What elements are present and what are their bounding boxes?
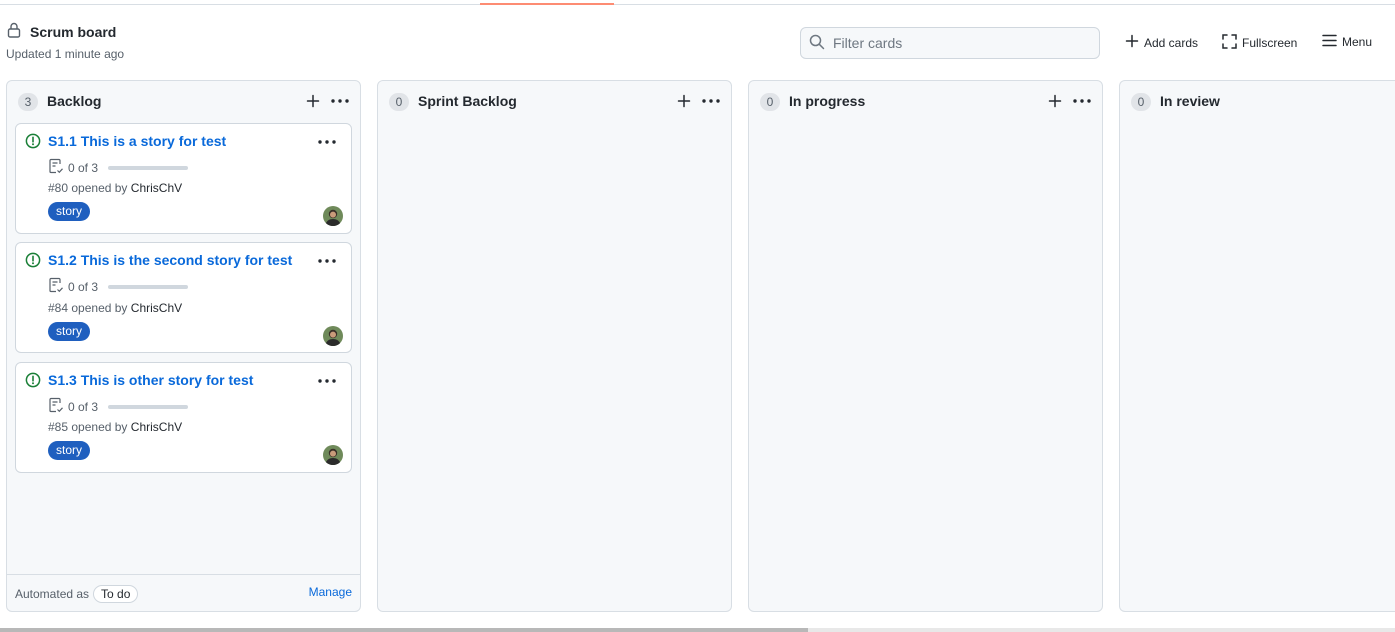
automation-info: Automated as To do [15, 585, 139, 603]
column-sprint-backlog: 0 Sprint Backlog [377, 80, 732, 612]
add-cards-label: Add cards [1144, 35, 1199, 50]
column-header: 0 In progress [749, 81, 1102, 121]
card-more-icon[interactable] [317, 253, 337, 269]
issue-meta: #80 opened by ChrisChV [48, 181, 182, 195]
issue-meta: #84 opened by ChrisChV [48, 301, 182, 315]
opened-by-text: opened by [71, 181, 128, 195]
card-more-icon[interactable] [317, 373, 337, 389]
tasklist-icon [48, 277, 64, 296]
board-title-row: Scrum board [7, 22, 116, 41]
scrollbar-thumb[interactable] [0, 628, 808, 632]
opened-by-text: opened by [71, 420, 128, 434]
updated-timestamp: Updated 1 minute ago [6, 47, 125, 61]
lock-icon [7, 22, 21, 41]
fullscreen-label: Fullscreen [1242, 36, 1298, 50]
task-count: 0 of 3 [68, 399, 99, 414]
avatar[interactable] [323, 445, 343, 465]
fullscreen-button[interactable]: Fullscreen [1222, 34, 1297, 52]
card-title-link[interactable]: S1.2 This is the second story for test [48, 252, 292, 268]
card-title-link[interactable]: S1.1 This is a story for test [48, 133, 226, 149]
board-title: Scrum board [30, 23, 117, 40]
opened-by-text: opened by [71, 301, 128, 315]
column-count: 0 [1131, 93, 1151, 111]
tasklist-icon [48, 397, 64, 416]
issue-number: #84 [48, 301, 69, 315]
open-issue-icon [25, 372, 41, 391]
column-count: 0 [760, 93, 780, 111]
story-label[interactable]: story [48, 441, 91, 460]
author-link[interactable]: ChrisChV [131, 181, 182, 195]
horizontal-scrollbar[interactable] [0, 628, 1395, 632]
issue-number: #85 [48, 420, 69, 434]
author-link[interactable]: ChrisChV [131, 301, 182, 315]
add-cards-button[interactable]: Add cards [1125, 34, 1198, 51]
issue-number: #80 [48, 181, 69, 195]
column-in-review: 0 In review [1119, 80, 1395, 612]
menu-label: Menu [1342, 35, 1373, 49]
manage-link[interactable]: Manage [309, 585, 352, 599]
open-issue-icon [25, 252, 41, 271]
card-more-icon[interactable] [317, 134, 337, 150]
card-item[interactable]: S1.2 This is the second story for test 0… [15, 242, 352, 353]
issue-meta: #85 opened by ChrisChV [48, 420, 182, 434]
task-progress: 0 of 3 [48, 397, 189, 416]
author-link[interactable]: ChrisChV [131, 420, 182, 434]
column-title: Backlog [47, 93, 102, 109]
open-issue-icon [25, 133, 41, 152]
column-title: In review [1160, 93, 1220, 109]
progress-bar [108, 165, 189, 170]
card-item[interactable]: S1.3 This is other story for test 0 of 3… [15, 362, 352, 473]
avatar[interactable] [323, 326, 343, 346]
column-count: 0 [389, 93, 409, 111]
task-progress: 0 of 3 [48, 277, 189, 296]
fullscreen-icon [1222, 34, 1237, 52]
column-more-icon[interactable] [329, 92, 351, 110]
add-card-plus-icon[interactable] [1046, 92, 1064, 110]
column-header: 0 In review [1120, 81, 1395, 121]
automated-as-text: Automated as [15, 587, 90, 601]
automation-pill: To do [93, 585, 139, 603]
column-in-progress: 0 In progress [748, 80, 1103, 612]
column-title: In progress [789, 93, 866, 109]
column-header: 0 Sprint Backlog [378, 81, 731, 121]
active-tab-underline [480, 3, 614, 5]
column-count: 3 [18, 93, 38, 111]
column-title: Sprint Backlog [418, 93, 517, 109]
story-label[interactable]: story [48, 202, 91, 221]
column-more-icon[interactable] [1071, 92, 1093, 110]
progress-bar [108, 404, 189, 409]
search-icon [809, 34, 825, 53]
add-card-plus-icon[interactable] [675, 92, 693, 110]
task-count: 0 of 3 [68, 160, 99, 175]
board-header: Scrum board Updated 1 minute ago Add car… [0, 16, 1395, 72]
top-divider [0, 4, 1395, 5]
avatar[interactable] [323, 206, 343, 226]
menu-button[interactable]: Menu [1322, 34, 1372, 50]
column-footer: Automated as To do Manage [7, 574, 360, 611]
tasklist-icon [48, 158, 64, 177]
column-backlog: 3 Backlog S1.1 This is a story for test … [6, 80, 361, 612]
story-label[interactable]: story [48, 322, 91, 341]
add-card-plus-icon[interactable] [304, 92, 322, 110]
filter-cards-field[interactable] [800, 27, 1100, 59]
hamburger-icon [1322, 34, 1337, 50]
card-title-link[interactable]: S1.3 This is other story for test [48, 372, 253, 388]
filter-cards-input[interactable] [833, 35, 1083, 51]
task-progress: 0 of 3 [48, 158, 189, 177]
card-item[interactable]: S1.1 This is a story for test 0 of 3 #80… [15, 123, 352, 234]
column-more-icon[interactable] [700, 92, 722, 110]
column-header: 3 Backlog [7, 81, 360, 121]
plus-icon [1125, 34, 1139, 51]
progress-bar [108, 284, 189, 289]
task-count: 0 of 3 [68, 279, 99, 294]
